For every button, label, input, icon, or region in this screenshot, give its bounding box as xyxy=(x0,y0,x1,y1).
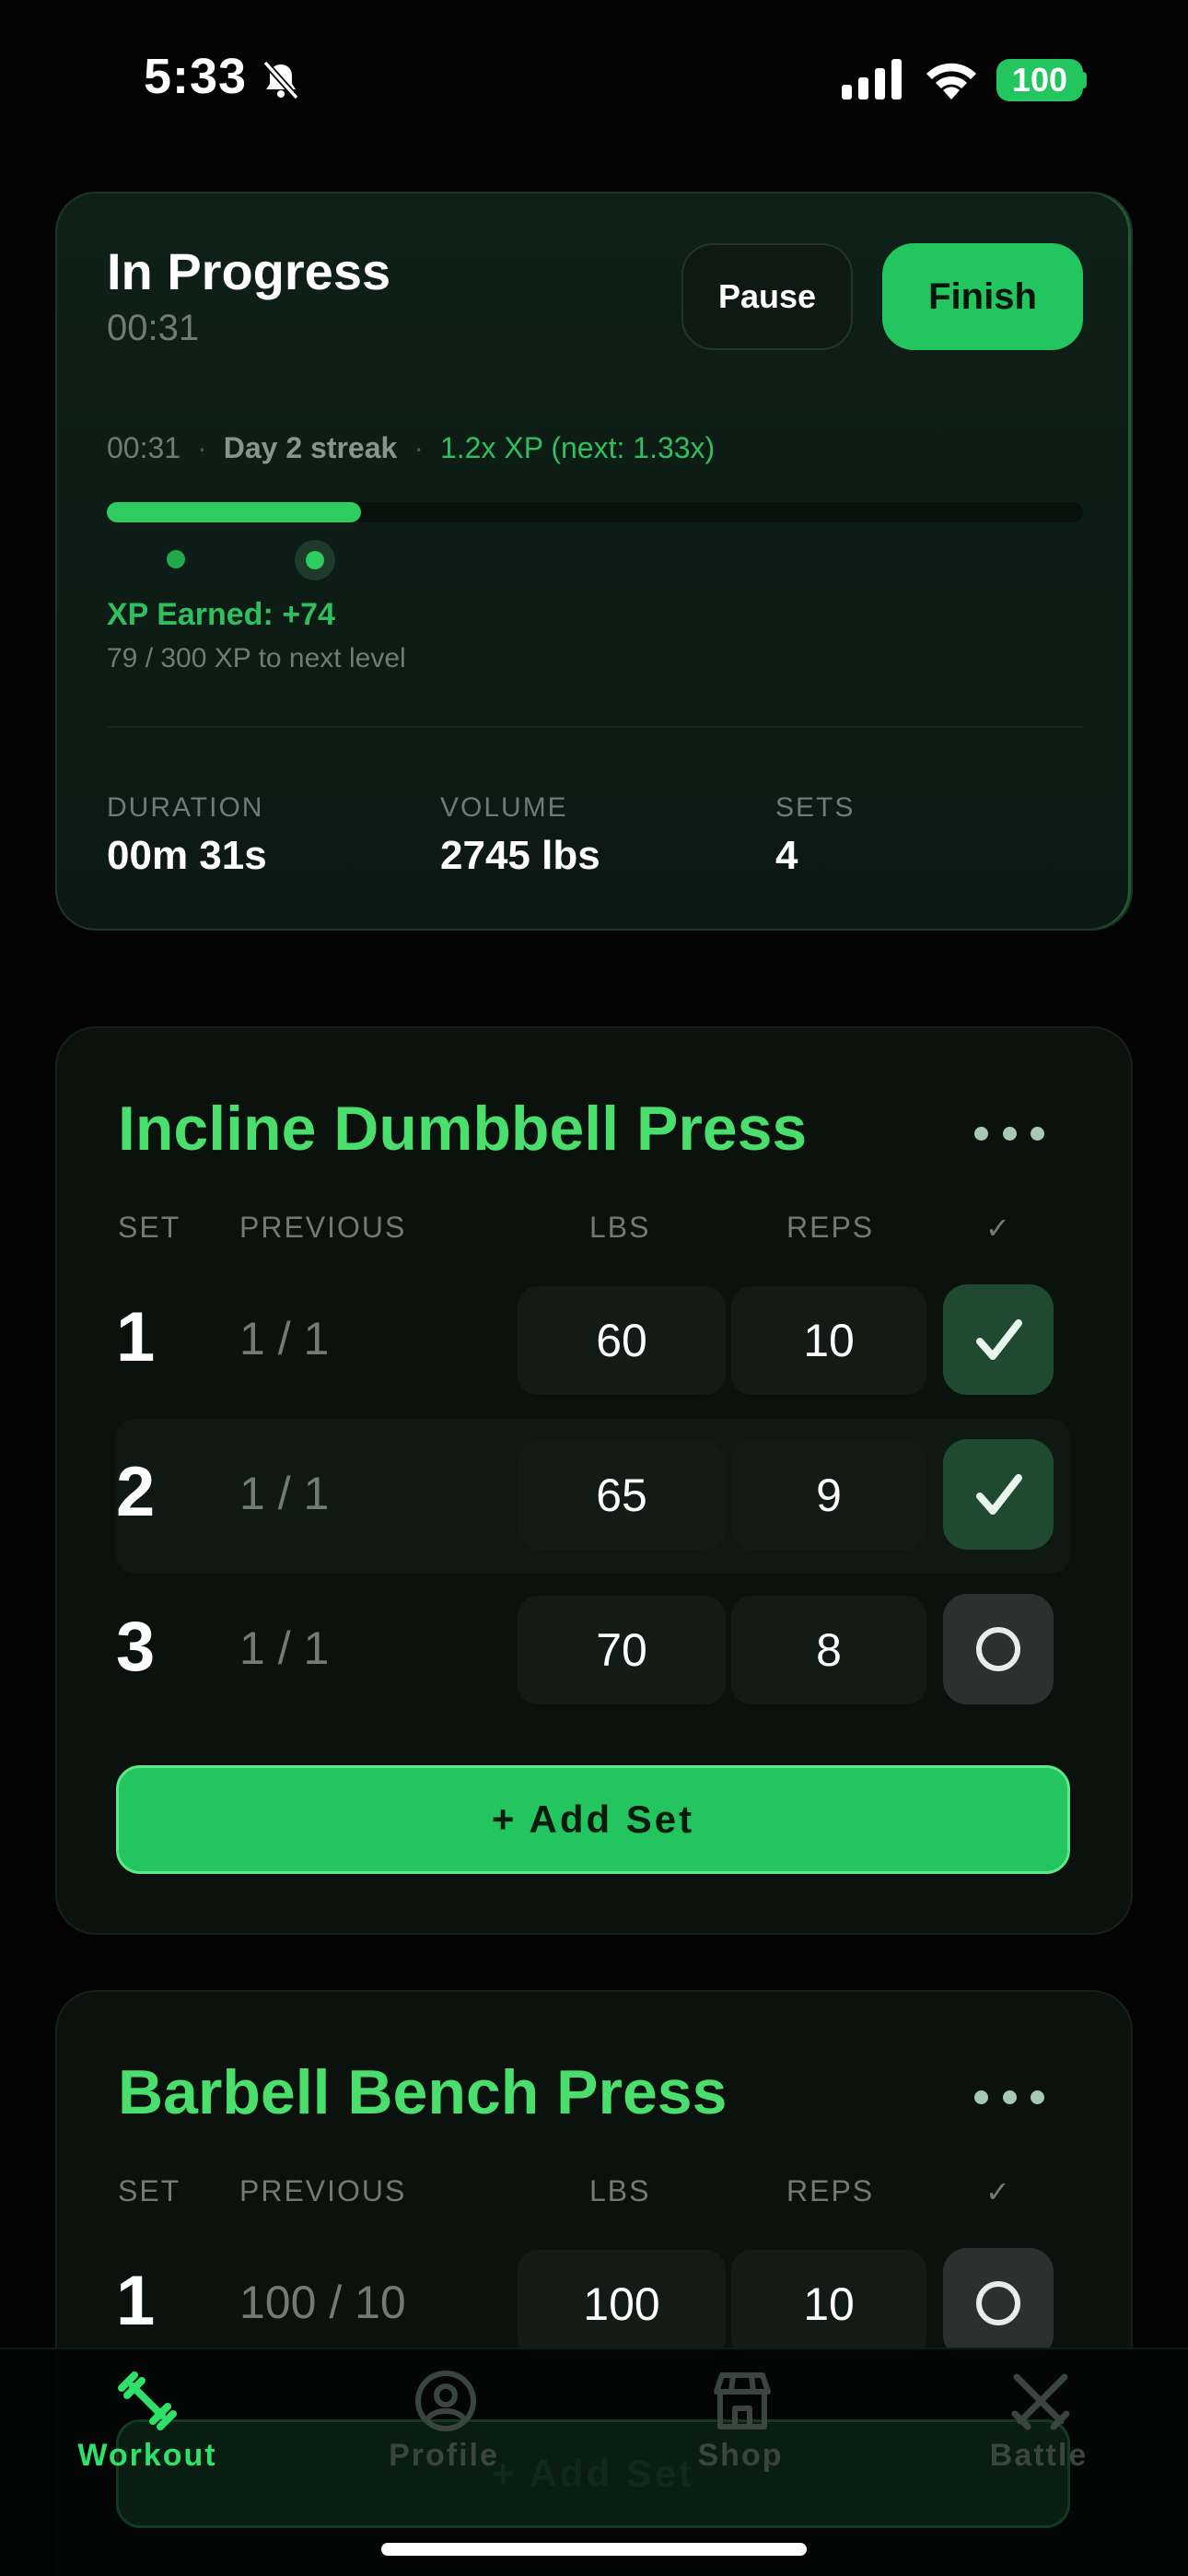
col-lbs: LBS xyxy=(589,2174,651,2207)
reps-input[interactable]: 10 xyxy=(731,2250,926,2359)
milestone-dot xyxy=(167,550,185,568)
add-set-button[interactable]: + Add Set xyxy=(116,1765,1070,1874)
stat-sets-value: 4 xyxy=(775,833,798,878)
circle-icon xyxy=(976,2281,1020,2325)
set-complete-checkbox[interactable] xyxy=(943,1439,1054,1550)
cellular-signal-icon xyxy=(842,59,902,100)
xp-to-next-level: 79 / 300 XP to next level xyxy=(107,643,406,673)
wifi-icon xyxy=(926,63,976,100)
battery-nub xyxy=(1081,72,1087,88)
silent-bell-icon xyxy=(262,60,299,100)
tab-workout[interactable]: Workout xyxy=(55,2438,239,2474)
col-set: SET xyxy=(118,1211,181,1244)
col-set: SET xyxy=(118,2174,181,2207)
crossed-swords-icon[interactable] xyxy=(1007,2368,1074,2434)
dumbbell-icon[interactable] xyxy=(114,2368,181,2434)
session-elapsed: 00:31 xyxy=(107,308,200,348)
col-lbs: LBS xyxy=(589,1211,651,1244)
session-title: In Progress xyxy=(107,242,391,300)
stat-sets-label: SETS xyxy=(775,792,856,823)
set-number: 1 xyxy=(116,2262,156,2340)
status-time: 5:33 xyxy=(144,49,248,104)
exercise-title: Incline Dumbbell Press xyxy=(118,1094,808,1164)
meta-separator: · xyxy=(413,431,424,464)
set-previous: 1 / 1 xyxy=(239,1468,330,1519)
set-previous: 100 / 10 xyxy=(239,2277,406,2328)
weight-input[interactable]: 60 xyxy=(518,1286,726,1395)
pause-button[interactable]: Pause xyxy=(681,243,853,350)
checkmark-icon xyxy=(976,1474,1022,1515)
milestone-dot-current xyxy=(306,551,324,569)
home-indicator[interactable] xyxy=(381,2543,807,2556)
meta-time: 00:31 xyxy=(107,431,181,464)
streak-label: Day 2 streak xyxy=(223,431,398,464)
finish-button[interactable]: Finish xyxy=(882,243,1083,350)
set-number: 1 xyxy=(116,1298,156,1376)
set-complete-checkbox[interactable] xyxy=(943,2248,1054,2359)
col-previous: PREVIOUS xyxy=(239,2174,407,2207)
col-check: ✓ xyxy=(985,2175,1012,2208)
user-circle-icon[interactable] xyxy=(413,2368,479,2434)
store-icon[interactable] xyxy=(709,2368,775,2434)
tab-battle[interactable]: Battle xyxy=(947,2438,1131,2474)
weight-input[interactable]: 65 xyxy=(518,1441,726,1550)
xp-earned: XP Earned: +74 xyxy=(107,597,335,632)
weight-input[interactable]: 100 xyxy=(518,2250,726,2359)
more-options-icon[interactable] xyxy=(974,2088,1044,2106)
col-check: ✓ xyxy=(985,1212,1012,1245)
set-number: 2 xyxy=(116,1453,156,1531)
xp-multiplier: 1.2x XP (next: 1.33x) xyxy=(439,431,716,464)
more-options-icon[interactable] xyxy=(974,1124,1044,1142)
card-divider xyxy=(107,726,1083,728)
col-reps: REPS xyxy=(786,1211,875,1244)
col-previous: PREVIOUS xyxy=(239,1211,407,1244)
reps-input[interactable]: 9 xyxy=(731,1441,926,1550)
stat-duration-label: DURATION xyxy=(107,792,264,823)
tab-shop[interactable]: Shop xyxy=(648,2438,833,2474)
add-set-button[interactable]: + Add Set xyxy=(116,2419,1070,2528)
stat-volume-value: 2745 lbs xyxy=(440,833,600,878)
battery-level: 100 xyxy=(996,59,1083,101)
tab-profile[interactable]: Profile xyxy=(352,2438,536,2474)
circle-icon xyxy=(976,1627,1020,1671)
col-reps: REPS xyxy=(786,2174,875,2207)
weight-input[interactable]: 70 xyxy=(518,1596,726,1704)
set-complete-checkbox[interactable] xyxy=(943,1594,1054,1704)
set-previous: 1 / 1 xyxy=(239,1313,330,1364)
reps-input[interactable]: 10 xyxy=(731,1286,926,1395)
stat-duration-value: 00m 31s xyxy=(107,833,267,878)
set-number: 3 xyxy=(116,1608,156,1686)
session-meta: 00:31 · Day 2 streak · 1.2x XP (next: 1.… xyxy=(107,431,715,465)
set-previous: 1 / 1 xyxy=(239,1622,330,1674)
reps-input[interactable]: 8 xyxy=(731,1596,926,1704)
set-complete-checkbox[interactable] xyxy=(943,1284,1054,1395)
stat-volume-label: VOLUME xyxy=(440,792,568,823)
exercise-title: Barbell Bench Press xyxy=(118,2057,728,2127)
xp-progress-fill xyxy=(107,502,361,522)
checkmark-icon xyxy=(976,1319,1022,1360)
meta-separator: · xyxy=(197,431,207,464)
